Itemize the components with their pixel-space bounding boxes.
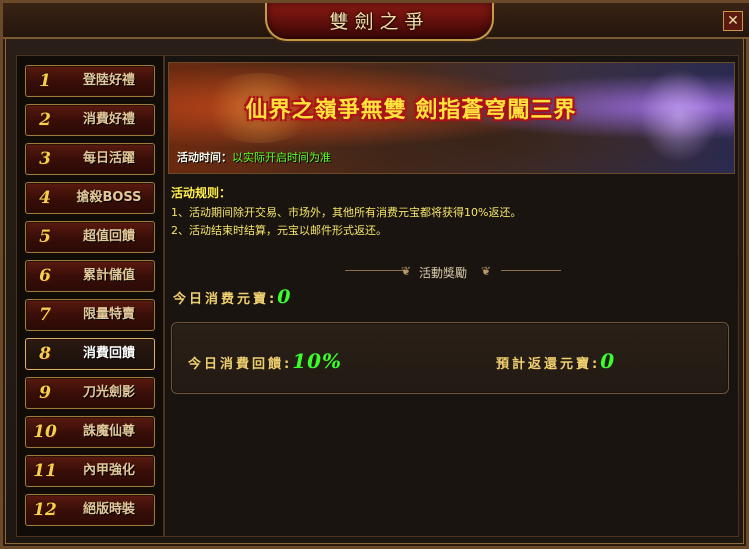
sidebar-item-label: 絕版時裝: [82, 502, 135, 517]
today-spend: 今日消费元寶:0: [173, 286, 290, 308]
window-title: 雙劍之爭: [329, 11, 430, 33]
sidebar-item-exclusive-fashion[interactable]: 12 絕版時裝: [25, 494, 155, 526]
ornament-left-icon: ❦: [401, 264, 412, 278]
banner-slogan: 仙界之嶺爭無雙 劍指蒼穹闖三界: [245, 97, 577, 123]
divider-line-right: [501, 270, 561, 271]
item-number: 12: [33, 500, 57, 520]
item-number: 5: [39, 227, 51, 247]
activity-window: 雙劍之爭 ✕ 1 登陸好禮 2 消費好禮 3 每日活躍 4 搶殺BOSS 5 超…: [0, 0, 749, 549]
divider-line-left: [345, 270, 405, 271]
item-number: 6: [39, 266, 51, 286]
sidebar-item-limited-sale[interactable]: 7 限量特賣: [25, 299, 155, 331]
sidebar-item-label: 搶殺BOSS: [76, 190, 142, 205]
event-time-value: 以实际开启时间为准: [232, 151, 331, 164]
sidebar-item-label: 登陸好禮: [82, 73, 135, 88]
sidebar-item-boss-hunt[interactable]: 4 搶殺BOSS: [25, 182, 155, 214]
sidebar-item-spend-gift[interactable]: 2 消費好禮: [25, 104, 155, 136]
sidebar-item-label: 消費回饋: [82, 346, 135, 361]
sidebar-item-login-gift[interactable]: 1 登陸好禮: [25, 65, 155, 97]
item-number: 10: [33, 422, 57, 442]
item-number: 3: [39, 149, 51, 169]
sidebar-item-label: 累計儲值: [82, 268, 135, 283]
event-banner: 仙界之嶺爭無雙 劍指蒼穹闖三界 活动时间：以实际开启时间为准: [168, 62, 735, 174]
rules-line-1: 1、活动期间除开交易、市场外，其他所有消费元宝都将获得10%返还。: [171, 206, 522, 219]
sidebar-item-cumulative-topup[interactable]: 6 累計儲值: [25, 260, 155, 292]
sidebar-item-spend-rebate[interactable]: 8 消費回饋: [25, 338, 155, 370]
today-spend-value: 0: [277, 286, 291, 308]
item-number: 7: [39, 305, 51, 325]
reward-section-divider: ❦ 活動獎勵 ❦: [345, 262, 561, 280]
today-rebate-label: 今日消費回饋:: [188, 357, 293, 372]
event-time-label: 活动时间：: [177, 151, 232, 164]
today-rebate-value: 10%: [292, 349, 343, 373]
item-number: 2: [39, 110, 51, 130]
rules-title: 活动规则：: [171, 186, 232, 200]
expected-return-label: 預計返還元寶:: [496, 357, 601, 372]
expected-return-value: 0: [600, 349, 616, 373]
rules-line-2: 2、活动结束时结算，元宝以邮件形式返还。: [171, 224, 387, 237]
sidebar-item-armor-enhance[interactable]: 11 內甲強化: [25, 455, 155, 487]
title-plate: 雙劍之爭: [265, 3, 494, 41]
sidebar-item-label: 刀光劍影: [82, 385, 135, 400]
item-number: 9: [39, 383, 51, 403]
today-rebate: 今日消費回饋:10%: [188, 349, 342, 373]
event-time: 活动时间：以实际开启时间为准: [177, 149, 331, 165]
event-rules: 活动规则： 1、活动期间除开交易、市场外，其他所有消费元宝都将获得10%返还。 …: [171, 184, 731, 240]
item-number: 11: [33, 461, 57, 481]
sidebar-item-blade-light[interactable]: 9 刀光劍影: [25, 377, 155, 409]
sidebar-item-label: 消費好禮: [82, 112, 135, 127]
sidebar-item-label: 超值回饋: [82, 229, 135, 244]
reward-section-title: 活動獎勵: [419, 266, 468, 280]
sidebar-item-label: 內甲強化: [82, 463, 135, 478]
ornament-right-icon: ❦: [481, 264, 492, 278]
item-number: 8: [39, 344, 51, 364]
item-number: 4: [39, 188, 51, 208]
close-button[interactable]: ✕: [723, 11, 743, 31]
sidebar-item-label: 誅魔仙尊: [82, 424, 135, 439]
sidebar-item-label: 限量特賣: [82, 307, 135, 322]
item-number: 1: [39, 71, 51, 91]
sidebar-item-value-rebate[interactable]: 5 超值回饋: [25, 221, 155, 253]
sidebar-item-daily-activity[interactable]: 3 每日活躍: [25, 143, 155, 175]
today-spend-label: 今日消费元寶:: [173, 292, 278, 307]
expected-return: 預計返還元寶:0: [496, 349, 615, 373]
sidebar-item-label: 每日活躍: [82, 151, 135, 166]
banner-art-wings: [639, 68, 719, 163]
content-panel: 仙界之嶺爭無雙 劍指蒼穹闖三界 活动时间：以实际开启时间为准 活动规则： 1、活…: [164, 55, 739, 537]
rebate-box: 今日消費回饋:10% 預計返還元寶:0: [171, 322, 729, 394]
sidebar-nav: 1 登陸好禮 2 消費好禮 3 每日活躍 4 搶殺BOSS 5 超值回饋 6 累…: [16, 55, 164, 537]
sidebar-item-demon-slayer[interactable]: 10 誅魔仙尊: [25, 416, 155, 448]
